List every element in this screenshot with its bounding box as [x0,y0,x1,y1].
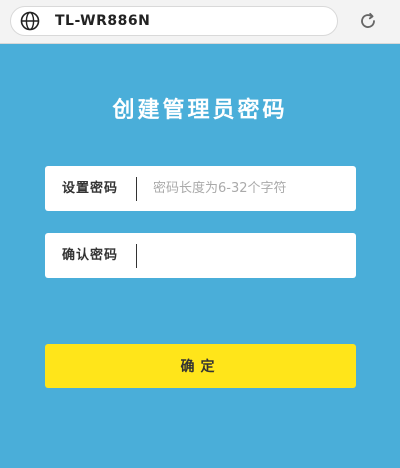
password-input[interactable] [153,166,348,211]
reload-icon[interactable] [356,9,380,33]
page-content: 创建管理员密码 设置密码 确认密码 确定 [0,44,400,468]
password-label: 设置密码 [62,181,119,196]
confirm-button[interactable]: 确定 [45,344,356,388]
page-title: 创建管理员密码 [112,97,288,123]
confirm-password-field[interactable]: 确认密码 [45,233,356,278]
field-divider [136,177,137,201]
field-divider [136,244,137,268]
globe-icon [19,10,41,32]
address-bar[interactable]: TL-WR886N [10,6,338,36]
confirm-password-input[interactable] [153,233,348,278]
password-field[interactable]: 设置密码 [45,166,356,211]
confirm-password-label: 确认密码 [62,248,119,263]
url-text[interactable]: TL-WR886N [55,13,150,29]
browser-toolbar: TL-WR886N [0,0,400,44]
